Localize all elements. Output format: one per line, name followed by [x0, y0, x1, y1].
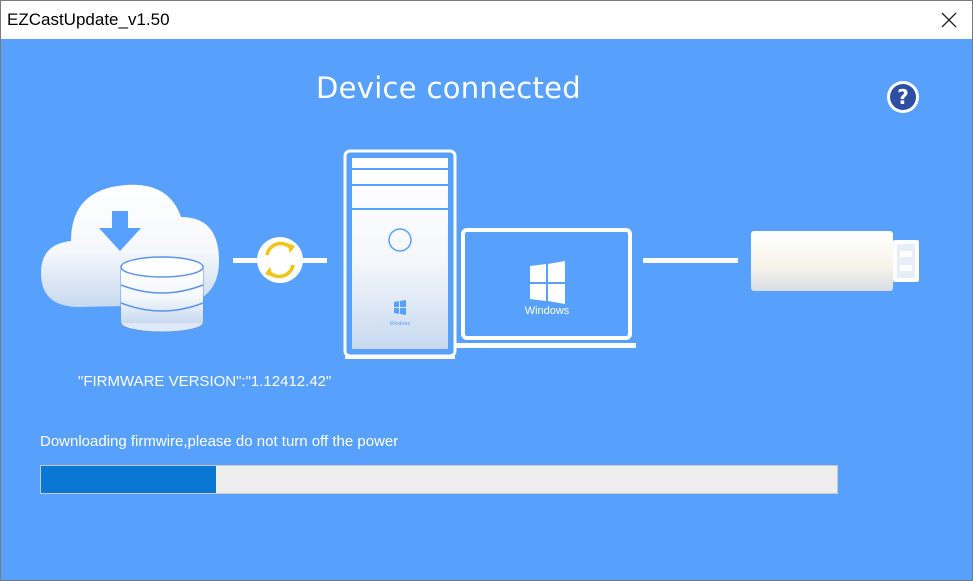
window-title: EZCastUpdate_v1.50 [7, 10, 170, 29]
desktop-tower-icon: Windows [343, 149, 457, 359]
desktop-logo-text: Windows [390, 321, 411, 327]
close-button[interactable] [926, 1, 972, 39]
sync-icon [257, 237, 303, 283]
connector-lines [233, 258, 738, 263]
download-progress-bar [40, 465, 838, 494]
main-panel: Device connected ? Windows Windows "FIRM… [1, 39, 972, 580]
progress-fill [41, 466, 217, 493]
firmware-version-label: "FIRMWARE VERSION":"1.12412.42" [78, 373, 332, 390]
app-window: EZCastUpdate_v1.50 Device connected ? Wi… [0, 0, 973, 581]
close-icon [941, 12, 957, 28]
status-message: Downloading firmwire,please do not turn … [40, 433, 399, 450]
usb-dongle-icon [751, 231, 919, 291]
connection-illustration: Windows Windows [41, 149, 919, 359]
laptop-logo-text: Windows [525, 305, 570, 317]
laptop-icon: Windows [456, 228, 636, 348]
database-icon [120, 256, 204, 333]
title-bar: EZCastUpdate_v1.50 [1, 1, 972, 39]
